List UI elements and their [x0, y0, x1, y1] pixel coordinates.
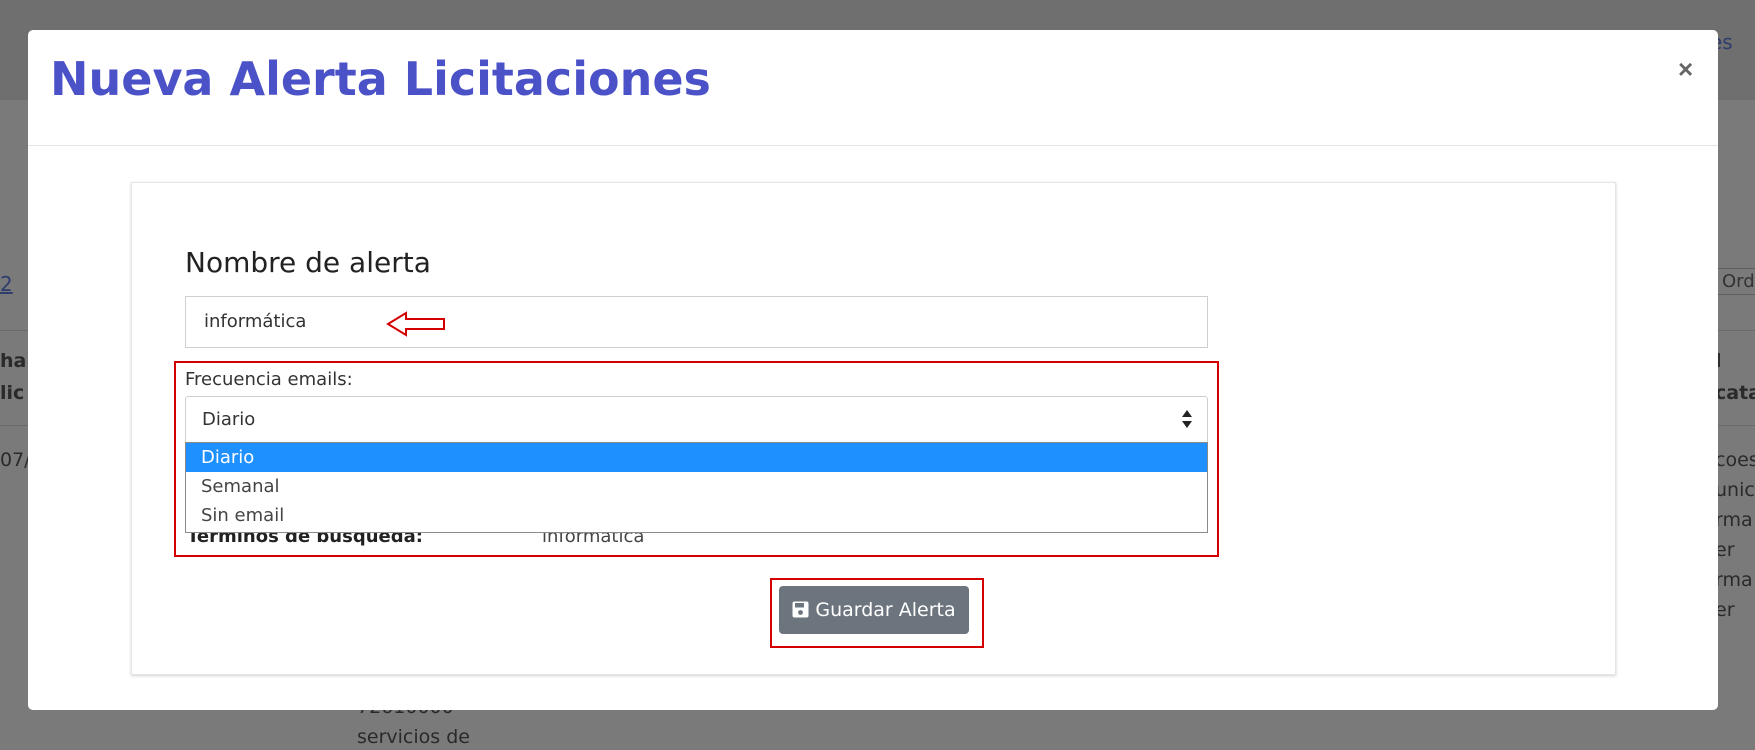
- floppy-disk-icon: [792, 601, 809, 618]
- background-cell-line: unic: [1715, 479, 1755, 501]
- new-alert-modal: Nueva Alerta Licitaciones × Nombre de al…: [28, 30, 1718, 710]
- alert-form-card: Nombre de alerta informática Frecuencia …: [131, 182, 1616, 675]
- background-column-header: ha: [0, 350, 27, 372]
- frequency-dropdown: Diario Semanal Sin email: [185, 442, 1208, 533]
- background-column-header: lic: [0, 382, 25, 404]
- background-column-header: cata: [1715, 382, 1755, 404]
- select-arrows-icon: [1182, 410, 1192, 428]
- frequency-select[interactable]: Diario: [185, 396, 1208, 444]
- frequency-option-diario[interactable]: Diario: [186, 443, 1207, 472]
- alert-name-input[interactable]: informática: [185, 296, 1208, 348]
- background-cell-line: rma: [1715, 509, 1753, 531]
- alert-name-label: Nombre de alerta: [185, 246, 431, 279]
- background-cell-text: servicios de: [357, 726, 470, 748]
- save-alert-button[interactable]: Guardar Alerta: [779, 586, 969, 634]
- left-arrow-icon: [386, 311, 445, 337]
- background-page-link: 2: [0, 272, 13, 296]
- modal-title: Nueva Alerta Licitaciones: [50, 52, 711, 106]
- background-cell-text: 07/: [0, 449, 31, 471]
- background-cell-text: coes unic rma er rma er: [1715, 445, 1755, 625]
- frequency-option-semanal[interactable]: Semanal: [186, 472, 1207, 501]
- frequency-selected-value: Diario: [202, 409, 256, 430]
- background-cell-line: coes: [1715, 449, 1755, 471]
- close-icon[interactable]: ×: [1678, 54, 1693, 85]
- frequency-label: Frecuencia emails:: [185, 369, 353, 390]
- background-cell-line: rma: [1715, 569, 1753, 591]
- frequency-option-sin-email[interactable]: Sin email: [186, 501, 1207, 530]
- save-alert-label: Guardar Alerta: [815, 599, 956, 621]
- alert-name-value: informática: [204, 311, 307, 332]
- background-cell-line: er: [1715, 599, 1735, 621]
- modal-header: Nueva Alerta Licitaciones ×: [28, 30, 1718, 146]
- background-order-select: Orde: [1715, 268, 1755, 295]
- background-cell-line: er: [1715, 539, 1735, 561]
